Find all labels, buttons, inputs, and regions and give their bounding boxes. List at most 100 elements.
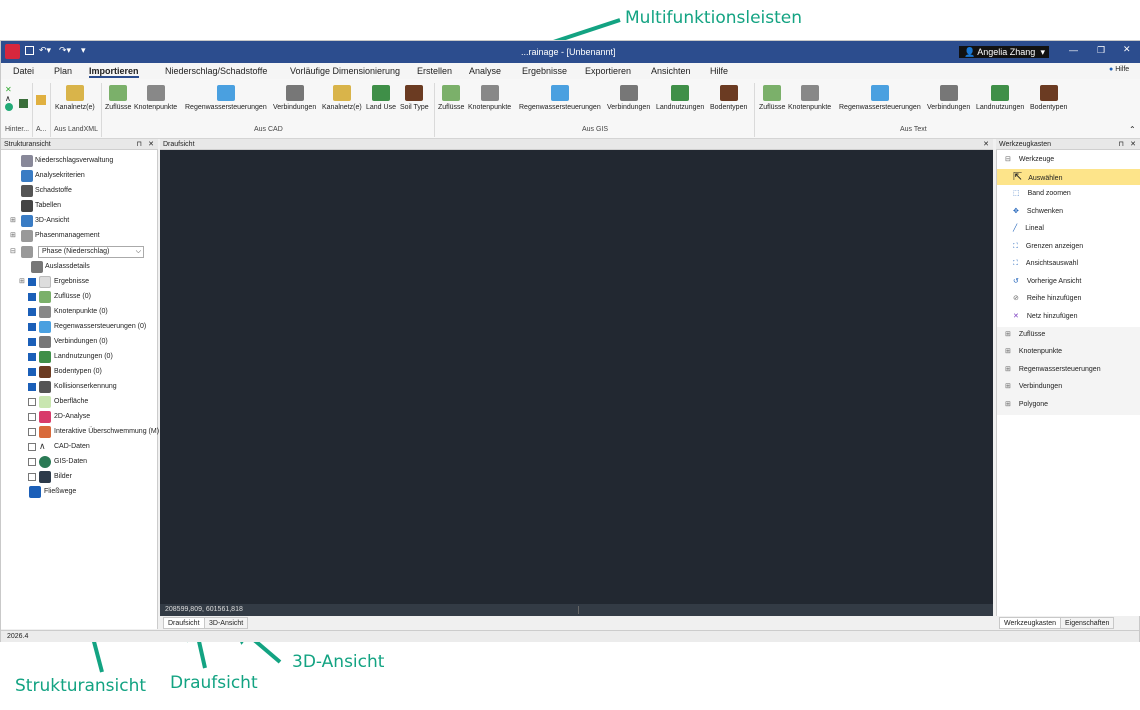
- minimize-icon[interactable]: —: [1069, 45, 1078, 55]
- toolbox-section-regenwasser[interactable]: ⊞ Regenwassersteuerungen: [1005, 363, 1101, 377]
- checkbox-cad-daten[interactable]: [28, 443, 36, 451]
- tree-item-gis-daten[interactable]: GIS-Daten: [39, 455, 87, 469]
- tab-draufsicht[interactable]: Draufsicht: [163, 617, 205, 629]
- expand-icon[interactable]: ⊞: [10, 231, 16, 239]
- btn-text-landnutzungen[interactable]: Landnutzungen: [976, 85, 1024, 111]
- tab-hilfe[interactable]: Hilfe: [710, 66, 728, 76]
- tab-werkzeugkasten[interactable]: Werkzeugkasten: [999, 617, 1062, 629]
- tool-ansichtsauswahl[interactable]: ⛶ Ansichtsauswahl: [1013, 257, 1078, 271]
- tree-item-verbindungen[interactable]: Verbindungen (0): [39, 335, 108, 349]
- checkbox-gis-daten[interactable]: [28, 458, 36, 466]
- plan-canvas[interactable]: [160, 150, 993, 604]
- tree-item-2d-analyse[interactable]: 2D-Analyse: [39, 410, 90, 424]
- tool-auswaehlen[interactable]: ⇱ Auswählen: [1013, 170, 1062, 184]
- btn-text-knotenpunkte[interactable]: Knotenpunkte: [788, 85, 831, 111]
- tool-band-zoomen[interactable]: ⬚ Band zoomen: [1013, 187, 1071, 201]
- btn-gis-verbindungen[interactable]: Verbindungen: [607, 85, 650, 111]
- phase-select[interactable]: Phase (Niederschlag) ⌵: [38, 246, 144, 258]
- user-menu[interactable]: 👤 Angelia Zhang ▾: [959, 46, 1049, 58]
- btn-gis-knotenpunkte[interactable]: Knotenpunkte: [468, 85, 511, 111]
- folder-icon[interactable]: [36, 95, 46, 105]
- checkbox-zufluesse[interactable]: [28, 293, 36, 301]
- qat-dropdown-icon[interactable]: ▾: [81, 45, 86, 56]
- tab-ergebnisse[interactable]: Ergebnisse: [522, 66, 567, 76]
- close-view-icon[interactable]: ✕: [983, 139, 989, 150]
- checkbox-regenwasser[interactable]: [28, 323, 36, 331]
- btn-cad-zufluesse[interactable]: Zuflüsse: [105, 85, 131, 111]
- btn-text-regenwasser[interactable]: Regenwassersteuerungen: [839, 85, 921, 111]
- tool-grenzen[interactable]: ⛶ Grenzen anzeigen: [1013, 240, 1083, 254]
- tab-ansichten[interactable]: Ansichten: [651, 66, 691, 76]
- collapse-ribbon-icon[interactable]: ⌃: [1129, 125, 1136, 134]
- btn-cad-verbindungen[interactable]: Verbindungen: [273, 85, 316, 111]
- btn-landxml-kanalnetz[interactable]: Kanalnetz(e): [55, 85, 95, 111]
- tab-datei[interactable]: Datei: [13, 66, 34, 76]
- checkbox-knotenpunkte[interactable]: [28, 308, 36, 316]
- expand-icon[interactable]: ⊞: [19, 277, 25, 285]
- toolbox-section-knotenpunkte[interactable]: ⊞ Knotenpunkte: [1005, 345, 1062, 359]
- tool-schwenken[interactable]: ✥ Schwenken: [1013, 205, 1063, 219]
- btn-gis-zufluesse[interactable]: Zuflüsse: [438, 85, 464, 111]
- tool-vorherige-ansicht[interactable]: ↺ Vorherige Ansicht: [1013, 275, 1081, 289]
- tool-lineal[interactable]: ╱ Lineal: [1013, 222, 1044, 236]
- close-icon[interactable]: ✕: [1123, 44, 1131, 55]
- pin-icon[interactable]: ⊓: [137, 139, 142, 150]
- tree-item-landnutzungen[interactable]: Landnutzungen (0): [39, 350, 113, 364]
- expand-icon[interactable]: ⊞: [10, 216, 16, 224]
- close-pane-icon[interactable]: ✕: [1130, 139, 1136, 150]
- btn-cad-knotenpunkte[interactable]: Knotenpunkte: [134, 85, 177, 111]
- tree-item-3d-ansicht[interactable]: 3D-Ansicht: [21, 214, 69, 228]
- toolbox-section-polygone[interactable]: ⊞ Polygone: [1005, 398, 1048, 412]
- tree-item-phasenmanagement[interactable]: Phasenmanagement: [21, 229, 100, 243]
- tree-item-auslassdetails[interactable]: Auslassdetails: [31, 260, 90, 274]
- tree-item-bilder[interactable]: Bilder: [39, 470, 72, 484]
- btn-cad-soiltype[interactable]: Soil Type: [400, 85, 429, 111]
- btn-cad-regenwasser[interactable]: Regenwassersteuerungen: [185, 85, 267, 111]
- tab-erstellen[interactable]: Erstellen: [417, 66, 452, 76]
- tool-netz[interactable]: ✕ Netz hinzufügen: [1013, 310, 1077, 324]
- toolbox-group-werkzeuge[interactable]: ⊟ Werkzeuge: [1005, 153, 1054, 167]
- tree-item-knotenpunkte[interactable]: Knotenpunkte (0): [39, 305, 108, 319]
- tree-item-schadstoffe[interactable]: Schadstoffe: [21, 184, 72, 198]
- undo-icon[interactable]: ↶▾: [39, 45, 51, 56]
- tree-item-fliesswege[interactable]: Fließwege: [29, 485, 76, 499]
- close-pane-icon[interactable]: ✕: [148, 139, 154, 150]
- tree-item-analysekriterien[interactable]: Analysekriterien: [21, 169, 85, 183]
- tree-item-cad-daten[interactable]: ∧ CAD-Daten: [39, 440, 90, 454]
- toolbox-section-verbindungen[interactable]: ⊞ Verbindungen: [1005, 380, 1062, 394]
- btn-cad-landuse[interactable]: Land Use: [366, 85, 396, 111]
- checkbox-ergebnisse[interactable]: [28, 278, 36, 286]
- tab-eigenschaften[interactable]: Eigenschaften: [1060, 617, 1115, 629]
- small-tools[interactable]: ✕ ∧: [5, 85, 17, 117]
- btn-cad-kanalnetz[interactable]: Kanalnetz(e): [322, 85, 362, 111]
- checkbox-bilder[interactable]: [28, 473, 36, 481]
- tree-item-kollision[interactable]: Kollisionserkennung: [39, 380, 117, 394]
- help-button[interactable]: ● Hilfe: [1109, 66, 1129, 73]
- tree-item-bodentypen[interactable]: Bodentypen (0): [39, 365, 102, 379]
- checkbox-verbindungen[interactable]: [28, 338, 36, 346]
- tree-item-ergebnisse[interactable]: Ergebnisse: [39, 275, 89, 289]
- tree-item-regenwasser[interactable]: Regenwassersteuerungen (0): [39, 320, 146, 334]
- tree-item-ueberschwemmung[interactable]: Interaktive Überschwemmung (M): [39, 425, 159, 439]
- tab-exportieren[interactable]: Exportieren: [585, 66, 631, 76]
- save-icon[interactable]: [25, 46, 34, 55]
- tab-analyse[interactable]: Analyse: [469, 66, 501, 76]
- tab-dimensionierung[interactable]: Vorläufige Dimensionierung: [290, 66, 400, 76]
- toolbox-section-zufluesse[interactable]: ⊞ Zuflüsse: [1005, 328, 1045, 342]
- checkbox-2d-analyse[interactable]: [28, 413, 36, 421]
- btn-gis-regenwasser[interactable]: Regenwassersteuerungen: [519, 85, 601, 111]
- tree-item-oberflaeche[interactable]: Oberfläche: [39, 395, 88, 409]
- btn-text-verbindungen[interactable]: Verbindungen: [927, 85, 970, 111]
- checkbox-bodentypen[interactable]: [28, 368, 36, 376]
- checkbox-kollision[interactable]: [28, 383, 36, 391]
- tree-item-niederschlag[interactable]: Niederschlagsverwaltung: [21, 154, 113, 168]
- btn-text-bodentypen[interactable]: Bodentypen: [1030, 85, 1067, 111]
- checkbox-oberflaeche[interactable]: [28, 398, 36, 406]
- btn-gis-bodentypen[interactable]: Bodentypen: [710, 85, 747, 111]
- layer-icon[interactable]: [19, 99, 28, 108]
- btn-gis-landnutzungen[interactable]: Landnutzungen: [656, 85, 704, 111]
- collapse-icon[interactable]: ⊟: [10, 247, 16, 255]
- tool-reihe[interactable]: ⊘ Reihe hinzufügen: [1013, 292, 1081, 306]
- checkbox-landnutzungen[interactable]: [28, 353, 36, 361]
- tab-niederschlag[interactable]: Niederschlag/Schadstoffe: [165, 66, 267, 76]
